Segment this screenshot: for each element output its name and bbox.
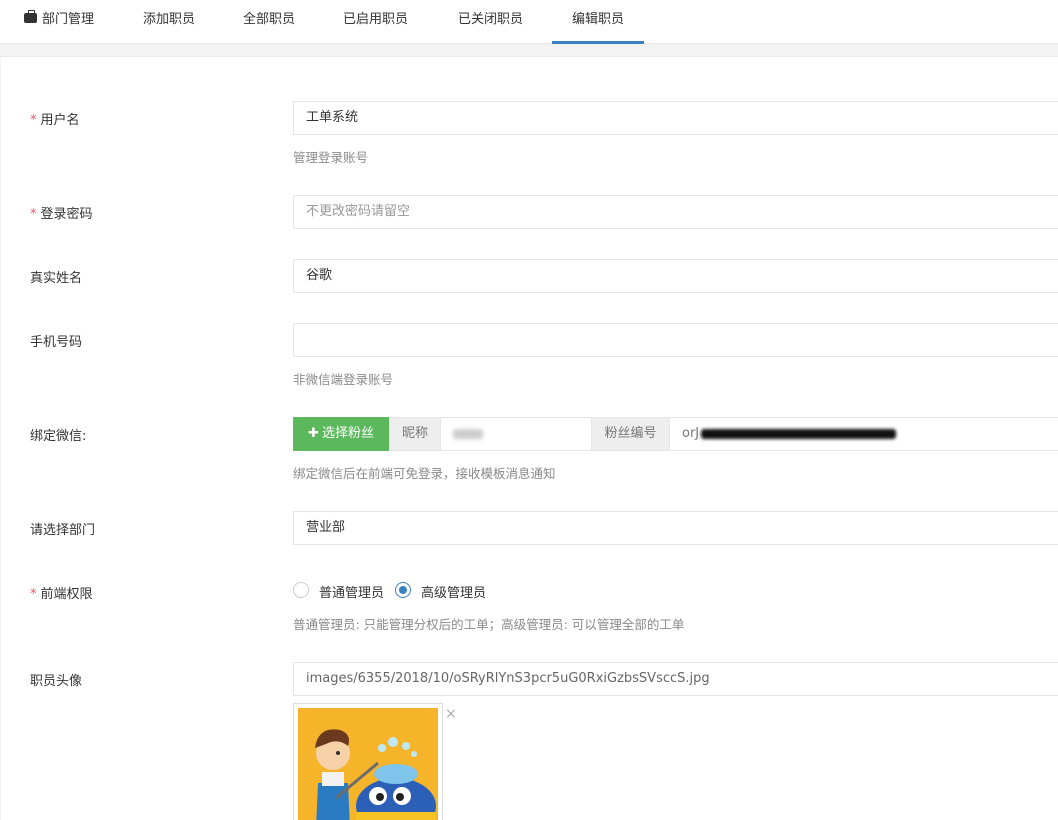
- tab-enabled-staff[interactable]: 已启用职员: [343, 0, 408, 44]
- avatar-thumbnail: [293, 703, 443, 820]
- department-label: 请选择部门: [30, 523, 96, 538]
- tab-edit-staff[interactable]: 编辑职员: [552, 0, 645, 44]
- radio-senior-admin[interactable]: [395, 582, 411, 598]
- mobile-input[interactable]: [293, 323, 1058, 357]
- redacted-nickname: [453, 428, 483, 439]
- fans-id-field[interactable]: orJ: [669, 417, 1058, 451]
- select-fans-button[interactable]: ✚ 选择粉丝: [293, 417, 389, 451]
- remove-avatar-button[interactable]: ×: [445, 706, 457, 722]
- tab-disabled-staff[interactable]: 已关闭职员: [458, 0, 523, 44]
- tab-department-management[interactable]: 部门管理: [24, 0, 94, 44]
- tab-all-staff[interactable]: 全部职员: [243, 0, 295, 44]
- realname-label: 真实姓名: [30, 271, 83, 286]
- required-mark: *: [30, 587, 37, 602]
- tab-label: 编辑职员: [572, 12, 625, 27]
- radio-senior-admin-label[interactable]: 高级管理员: [421, 582, 486, 601]
- permission-label: * 前端权限: [30, 587, 93, 602]
- username-label: * 用户名: [30, 113, 80, 128]
- plus-icon: ✚: [308, 426, 319, 441]
- password-input[interactable]: 不更改密码请留空: [293, 195, 1058, 229]
- mobile-label: 手机号码: [30, 335, 83, 350]
- tab-bar: 部门管理 添加职员 全部职员 已启用职员 已关闭职员 编辑职员: [0, 0, 1058, 44]
- briefcase-icon: [24, 10, 37, 23]
- tab-label: 已启用职员: [343, 12, 409, 27]
- wechat-help: 绑定微信后在前端可免登录，接收模板消息通知: [293, 466, 556, 481]
- radio-normal-admin[interactable]: [293, 582, 309, 598]
- password-label: * 登录密码: [30, 207, 93, 222]
- redacted-fans-id: [701, 428, 897, 439]
- mobile-help: 非微信端登录账号: [293, 372, 394, 387]
- username-help: 管理登录账号: [293, 150, 369, 165]
- avatar-image: [298, 708, 438, 820]
- tab-add-staff[interactable]: 添加职员: [143, 0, 195, 44]
- required-mark: *: [30, 113, 37, 128]
- nickname-addon: 昵称: [389, 417, 441, 451]
- nickname-field[interactable]: [440, 417, 592, 451]
- tab-label: 添加职员: [143, 12, 196, 27]
- wechat-label: 绑定微信:: [30, 429, 87, 444]
- tab-label: 已关闭职员: [458, 12, 524, 27]
- department-select[interactable]: 营业部: [293, 511, 1058, 545]
- avatar-illustration: [298, 708, 438, 820]
- radio-normal-admin-label[interactable]: 普通管理员: [319, 582, 384, 601]
- avatar-label: 职员头像: [30, 674, 83, 689]
- username-input[interactable]: 工单系统: [293, 101, 1058, 135]
- tab-label: 部门管理: [42, 12, 95, 27]
- permission-help: 普通管理员: 只能管理分权后的工单；高级管理员: 可以管理全部的工单: [293, 617, 685, 632]
- avatar-path-input[interactable]: images/6355/2018/10/oSRyRlYnS3pcr5uG0Rxi…: [293, 662, 1058, 696]
- fans-id-addon: 粉丝编号: [591, 417, 670, 451]
- realname-input[interactable]: 谷歌: [293, 259, 1058, 293]
- tab-label: 全部职员: [243, 12, 296, 27]
- required-mark: *: [30, 207, 37, 222]
